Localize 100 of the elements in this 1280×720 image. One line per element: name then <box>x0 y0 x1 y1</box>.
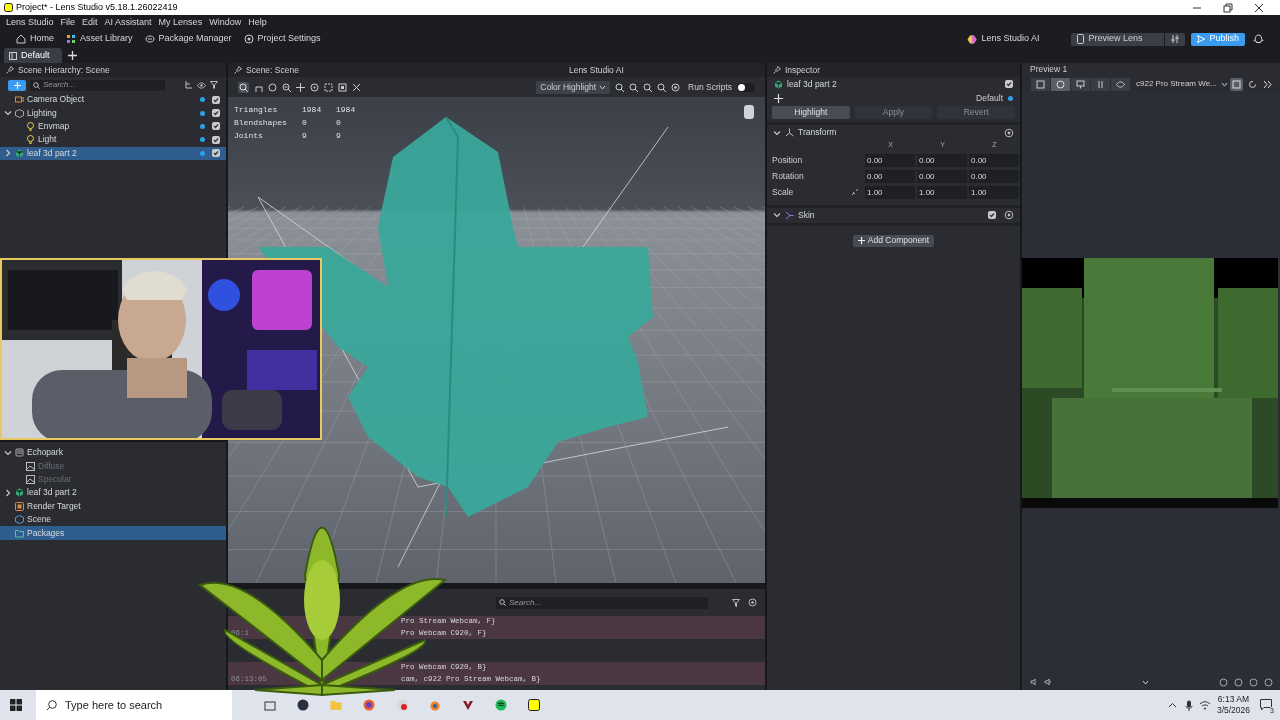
fit-button[interactable] <box>1229 77 1243 91</box>
tree-row[interactable]: Packages <box>0 526 226 540</box>
number-field[interactable]: 1.00 <box>969 185 1019 199</box>
add-component-button[interactable]: Add Component <box>852 234 935 247</box>
number-field[interactable]: 0.00 <box>865 169 915 183</box>
preview-tool-button[interactable] <box>1111 77 1130 91</box>
chevron-icon[interactable] <box>773 128 781 137</box>
layout-tab[interactable]: Default <box>4 48 62 63</box>
app-icon[interactable] <box>528 699 540 711</box>
rotate-icon[interactable] <box>310 82 319 92</box>
checkbox[interactable] <box>212 135 220 144</box>
chevron-icon[interactable] <box>4 488 12 497</box>
zoom-icon[interactable] <box>615 82 625 92</box>
number-field[interactable]: 0.00 <box>917 153 967 167</box>
microphone-icon[interactable] <box>1184 699 1193 711</box>
zoom-in-icon[interactable] <box>282 82 291 92</box>
number-field[interactable]: 0.00 <box>865 153 915 167</box>
tree-item[interactable]: Light <box>38 133 57 147</box>
menu-item[interactable]: Help <box>248 15 267 30</box>
settings-icon[interactable] <box>1004 210 1014 220</box>
zoom-tool-icon[interactable] <box>238 81 249 93</box>
preview-lens-button[interactable]: Preview Lens <box>1071 32 1165 46</box>
chevron-icon[interactable] <box>4 149 12 158</box>
zoom-icon[interactable] <box>629 82 639 92</box>
preview-tool-button[interactable] <box>1091 77 1110 91</box>
camera-dropdown[interactable]: c922 Pro Stream We... <box>1136 78 1228 90</box>
number-field[interactable]: 1.00 <box>865 185 915 199</box>
number-field[interactable]: 0.00 <box>917 169 967 183</box>
menu-item[interactable]: Window <box>209 15 242 30</box>
filter-icon[interactable] <box>210 81 218 89</box>
close-icon[interactable] <box>1254 2 1264 13</box>
ghost-icon[interactable] <box>1253 33 1264 45</box>
tree-item[interactable]: leaf 3d part 2 <box>27 486 77 500</box>
settings-icon[interactable] <box>748 598 757 607</box>
menu-item[interactable]: AI Assistant <box>104 15 152 30</box>
move-icon[interactable] <box>296 82 305 92</box>
taskbar-search-field[interactable]: Type here to search <box>36 690 232 720</box>
preview-tool-button[interactable] <box>1031 77 1050 91</box>
link-icon[interactable] <box>851 188 859 196</box>
action-button[interactable]: Highlight <box>772 106 850 119</box>
preview-tool-button[interactable] <box>1071 77 1090 91</box>
plus-icon[interactable] <box>774 94 783 103</box>
tree-item[interactable]: Scene <box>27 513 52 526</box>
double-chevron-icon[interactable] <box>1262 79 1272 89</box>
scale-icon[interactable] <box>324 82 333 92</box>
tree-item[interactable]: Camera Object <box>27 93 85 107</box>
number-field[interactable]: 0.00 <box>969 153 1019 167</box>
menu-item[interactable]: File <box>60 15 76 30</box>
blender-icon[interactable] <box>429 699 441 711</box>
number-field[interactable]: 1.00 <box>917 185 967 199</box>
tree-item[interactable]: Lighting <box>27 106 57 120</box>
hierarchy-icon[interactable] <box>185 81 193 89</box>
caret-icon[interactable] <box>1142 678 1149 686</box>
wifi-icon[interactable] <box>1198 700 1211 710</box>
search-input[interactable]: Type here to search <box>65 690 222 720</box>
tree-item[interactable]: Envmap <box>38 120 70 133</box>
checkbox[interactable] <box>1005 80 1013 88</box>
mute-icon[interactable] <box>1030 678 1038 686</box>
menu-item[interactable]: My Lenses <box>158 15 203 30</box>
checkbox[interactable] <box>988 211 996 219</box>
toolbar-button[interactable]: Home <box>16 32 54 46</box>
windows-icon[interactable] <box>10 699 22 711</box>
panel-tab[interactable]: Lens Studio AI <box>568 63 624 77</box>
speaker-icon[interactable] <box>1044 678 1052 686</box>
spotify-icon[interactable] <box>495 699 507 711</box>
toggle-switch[interactable] <box>737 82 755 92</box>
tree-row[interactable]: leaf 3d part 2 <box>0 146 226 160</box>
toolbar-button[interactable]: Asset Library <box>66 32 133 46</box>
plus-icon[interactable] <box>68 51 77 60</box>
filter-icon[interactable] <box>732 598 740 607</box>
sliders-button[interactable] <box>1165 32 1186 46</box>
orbit-icon[interactable] <box>268 82 277 92</box>
chevron-icon[interactable] <box>4 109 12 118</box>
number-field[interactable]: 0.00 <box>969 169 1019 183</box>
browser-icon[interactable] <box>363 699 375 711</box>
checkbox[interactable] <box>212 149 220 158</box>
chevron-up-icon[interactable] <box>1167 700 1177 710</box>
eye-icon[interactable] <box>197 81 206 89</box>
settings-icon[interactable] <box>1004 127 1014 138</box>
add-button[interactable] <box>8 79 26 91</box>
tree-item[interactable]: Echopark <box>27 446 63 460</box>
task-view-icon[interactable] <box>264 699 276 711</box>
chevron-icon[interactable] <box>4 448 12 457</box>
refresh-icon[interactable] <box>1247 79 1257 89</box>
settings-icon[interactable] <box>671 82 681 92</box>
menu-item[interactable]: Lens Studio <box>6 15 54 30</box>
preview-tool-button[interactable] <box>1051 77 1070 91</box>
app-icon[interactable] <box>297 699 309 711</box>
checkbox[interactable] <box>212 95 220 104</box>
ai-button[interactable]: Lens Studio AI <box>967 32 1040 46</box>
toolbar-button[interactable]: Project Settings <box>243 32 321 46</box>
tree-item[interactable]: Render Target <box>27 499 81 513</box>
toolbar-button[interactable]: Package Manager <box>144 32 232 46</box>
checkbox[interactable] <box>212 122 220 131</box>
tree-item[interactable]: leaf 3d part 2 <box>27 146 77 160</box>
chevron-icon[interactable] <box>773 211 781 219</box>
checkbox[interactable] <box>212 109 220 118</box>
tree-item[interactable]: Packages <box>27 526 65 540</box>
restore-icon[interactable] <box>1223 2 1233 13</box>
menu-item[interactable]: Edit <box>82 15 98 30</box>
